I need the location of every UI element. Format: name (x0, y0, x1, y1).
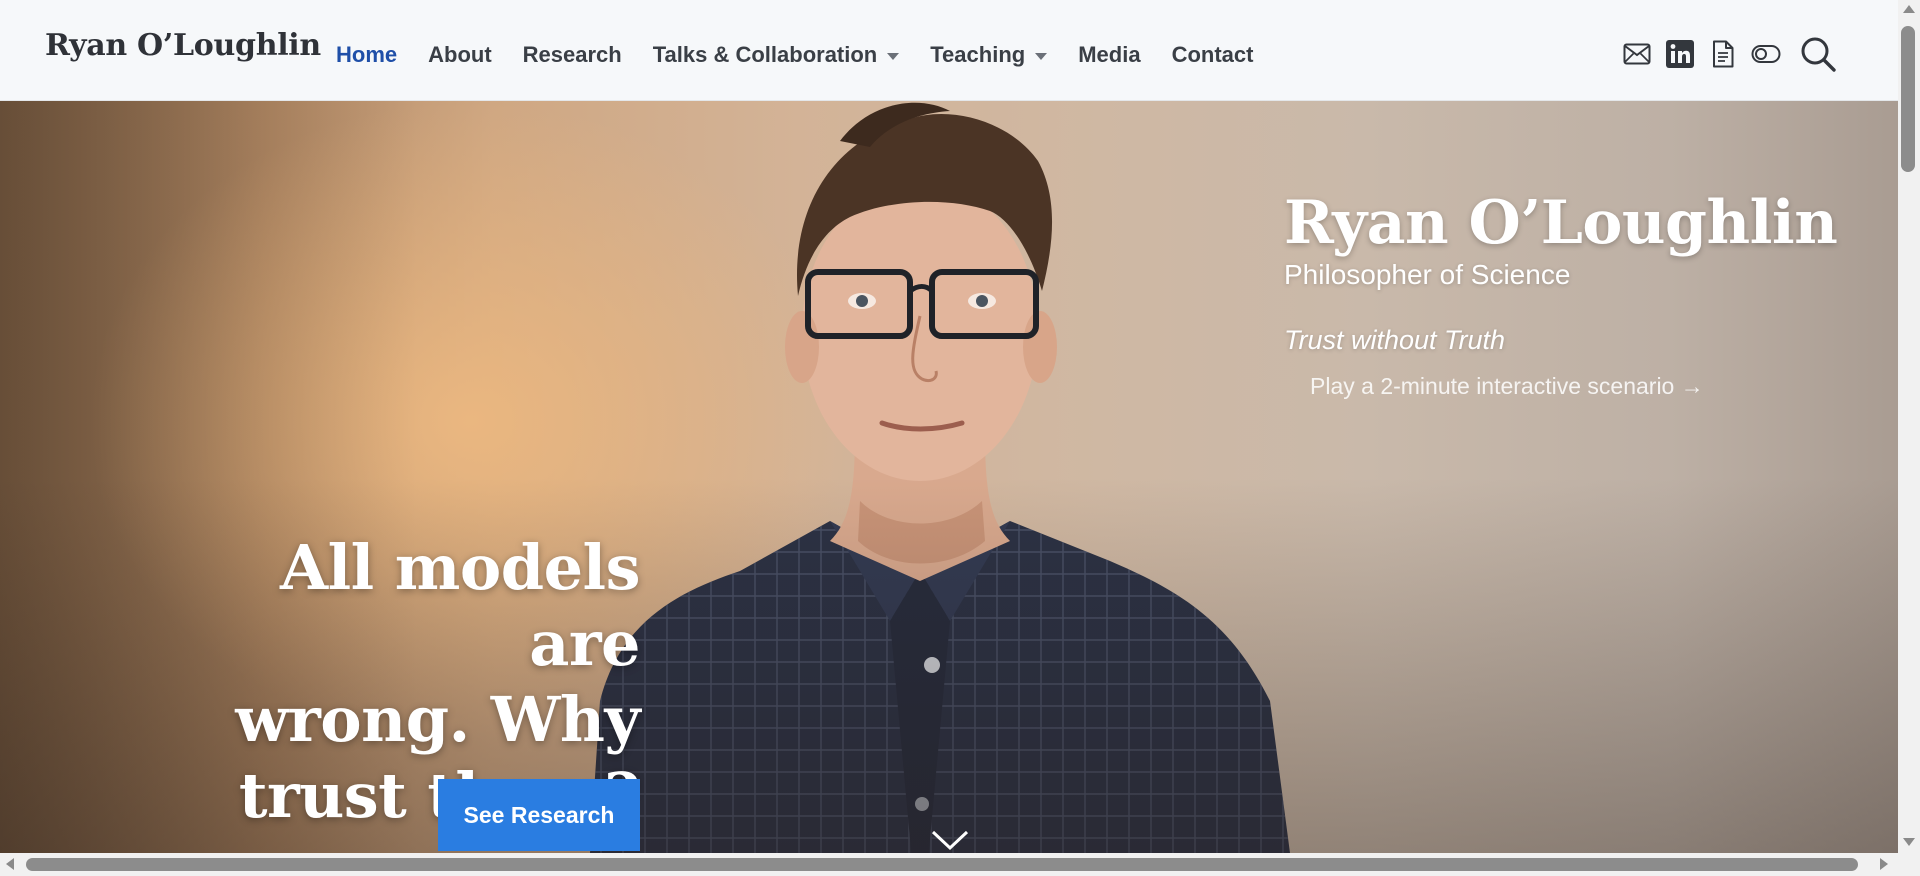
nav-item-label: Teaching (930, 42, 1026, 67)
header-icons (1622, 34, 1838, 74)
interactive-scenario-link[interactable]: Play a 2-minute interactive scenario → (1310, 373, 1844, 400)
cv-document-icon[interactable] (1708, 39, 1738, 69)
nav-item-research[interactable]: Research (523, 42, 622, 68)
chevron-down-icon (1035, 52, 1048, 60)
nav-item-label: Home (336, 42, 398, 67)
hero-tagline: Trust without Truth (1284, 325, 1506, 355)
nav-item-contact[interactable]: Contact (1172, 42, 1254, 68)
see-research-button[interactable]: See Research (438, 779, 640, 851)
headline-line: wrong. Why (235, 683, 640, 756)
nav-item-media[interactable]: Media (1078, 42, 1140, 68)
headline-line: All models are (279, 531, 641, 680)
site-title[interactable]: Ryan O’Loughlin (45, 28, 321, 63)
nav-item-about[interactable]: About (428, 42, 492, 68)
hero-name: Ryan O’Loughlin (1284, 188, 1838, 258)
search-icon[interactable] (1798, 34, 1838, 74)
scrollbar-corner (1898, 857, 1920, 876)
nav-item-label: Contact (1171, 42, 1254, 67)
main-nav: Home About Research Talks & Collaboratio… (336, 42, 1284, 68)
nav-item-home[interactable]: Home (336, 42, 397, 68)
vertical-scroll-thumb[interactable] (1901, 26, 1915, 172)
nav-item-talks-collaboration[interactable]: Talks & Collaboration (653, 42, 900, 68)
hero-subtitle: Philosopher of Science (1284, 259, 1571, 290)
theme-toggle-icon[interactable] (1751, 39, 1781, 69)
scroll-up-icon[interactable] (1903, 5, 1915, 13)
site-header: Ryan O’Loughlin Home About Research Talk… (0, 0, 1898, 101)
nav-item-label: Research (522, 42, 622, 67)
nav-item-label: About (428, 42, 492, 67)
chevron-down-icon[interactable] (930, 827, 970, 853)
scroll-left-icon[interactable] (6, 858, 14, 870)
page: Ryan O’Loughlin Home About Research Talk… (0, 0, 1920, 876)
vertical-scrollbar[interactable] (1898, 0, 1920, 857)
linkedin-icon[interactable] (1665, 39, 1695, 69)
horizontal-scroll-thumb[interactable] (26, 858, 1858, 871)
chevron-down-icon (887, 52, 900, 60)
nav-item-label: Media (1078, 42, 1141, 67)
hero-section: Ryan O’Loughlin Philosopher of Science T… (0, 101, 1898, 853)
hero-intro: Ryan O’Loughlin Philosopher of Science T… (1284, 187, 1844, 400)
nav-item-teaching[interactable]: Teaching (930, 42, 1048, 68)
scroll-down-icon[interactable] (1903, 838, 1915, 846)
horizontal-scrollbar[interactable] (0, 853, 1898, 876)
nav-item-label: Talks & Collaboration (652, 42, 878, 67)
email-icon[interactable] (1622, 39, 1652, 69)
scroll-right-icon[interactable] (1880, 858, 1888, 870)
